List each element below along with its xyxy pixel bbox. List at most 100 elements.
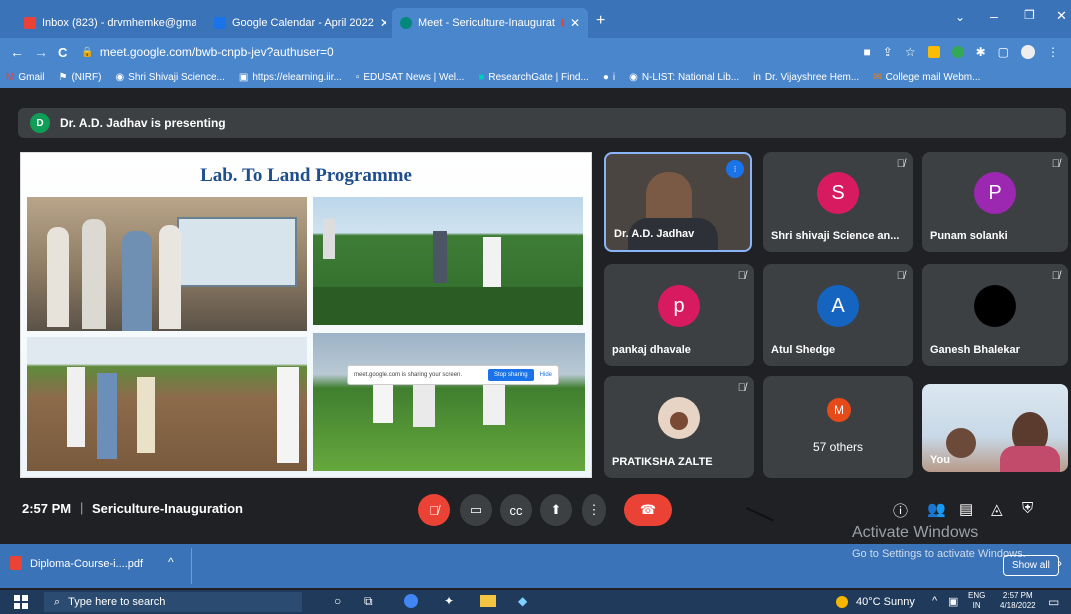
gmail-icon <box>24 17 36 29</box>
address-bar-row: ← → C 🔒 meet.google.com/bwb-cnpb-jev?aut… <box>0 38 1071 66</box>
meeting-name: Sericulture-Inauguration <box>92 501 243 516</box>
extension-icon[interactable] <box>951 46 964 58</box>
minimize-icon[interactable]: – <box>990 8 998 24</box>
tab-calendar[interactable]: Google Calendar - April 2022 ✕ <box>206 8 386 38</box>
download-file-name[interactable]: Diploma-Course-i....pdf <box>30 558 143 570</box>
tab-inbox[interactable]: Inbox (823) - drvmhemke@gmai ✕ <box>16 8 196 38</box>
chat-icon[interactable]: ▤ <box>959 500 973 518</box>
clock[interactable]: 2:57 PM 4/18/2022 <box>1000 591 1036 611</box>
task-view-icon[interactable]: ⧉ <box>364 594 373 609</box>
bookmark-i[interactable]: ● i <box>603 72 615 83</box>
new-tab-button[interactable]: + <box>596 12 605 30</box>
participant-tile[interactable]: 🎙̸ PRATIKSHA ZALTE <box>604 376 754 478</box>
activities-icon[interactable]: ◬ <box>991 500 1003 518</box>
language-indicator[interactable]: ENG IN <box>968 591 985 611</box>
mic-off-icon: 🎙̸ <box>737 382 746 394</box>
bookmark-gmail[interactable]: M Gmail <box>6 72 44 83</box>
participant-tile[interactable]: 🎙̸ P Punam solanki <box>922 152 1068 252</box>
calendar-icon <box>214 17 226 29</box>
participant-tile[interactable]: 🎙̸ A Atul Shedge <box>763 264 913 366</box>
present-button[interactable]: ⬆ <box>540 494 572 526</box>
meet-icon <box>400 17 412 29</box>
store-icon[interactable]: ◆ <box>518 594 527 608</box>
leave-call-button[interactable]: ☎ <box>624 494 672 526</box>
bookmark-vijayshree[interactable]: in Dr. Vijayshree Hem... <box>753 72 859 83</box>
captions-button[interactable]: cc <box>500 494 532 526</box>
hide-button[interactable]: Hide <box>540 372 558 378</box>
bookmark-college-mail[interactable]: ✉ College mail Webm... <box>873 72 980 83</box>
host-controls-icon[interactable]: ⛨ <box>1022 500 1033 517</box>
tab-title: Meet - Sericulture-Inaugurat <box>418 17 555 29</box>
slide-title: Lab. To Land Programme <box>200 165 412 186</box>
bookmark-elearning[interactable]: ▣ https://elearning.iir... <box>239 72 342 83</box>
extension-icon[interactable] <box>927 46 940 58</box>
camera-indicator-icon[interactable]: ■ <box>864 45 871 59</box>
file-explorer-icon[interactable] <box>480 595 496 607</box>
participant-name: Atul Shedge <box>771 344 836 356</box>
captions-icon: cc <box>509 502 523 518</box>
speaking-indicator-icon: ⁝ <box>726 160 744 178</box>
network-icon[interactable]: ▣ <box>948 595 958 608</box>
forward-icon[interactable]: → <box>34 44 48 60</box>
participant-name: Shri shivaji Science an... <box>771 230 900 242</box>
participant-tile[interactable]: 🎙̸ p pankaj dhavale <box>604 264 754 366</box>
globe-icon: ◉ <box>115 71 125 83</box>
puzzle-icon[interactable]: ✱ <box>976 45 986 59</box>
stop-sharing-button[interactable]: Stop sharing <box>487 369 534 381</box>
chrome-icon[interactable] <box>404 594 418 608</box>
bookmark-nlist[interactable]: ◉ N-LIST: National Lib... <box>629 72 739 83</box>
present-icon: ⬆ <box>550 502 562 517</box>
page-icon: ▣ <box>238 71 249 83</box>
camera-button[interactable]: ▭ <box>460 494 492 526</box>
participant-avatar: A <box>817 285 859 327</box>
lock-icon: 🔒 <box>81 46 94 58</box>
show-all-button[interactable]: Show all <box>1003 555 1059 576</box>
maximize-icon[interactable]: ❐ <box>1024 8 1035 22</box>
people-icon[interactable]: 👥 <box>927 500 946 518</box>
screen-share-notice: meet.google.com is sharing your screen. … <box>347 365 559 385</box>
participant-tile-speaker[interactable]: ⁝ Dr. A.D. Jadhav <box>604 152 752 252</box>
participant-tile[interactable]: 🎙̸ S Shri shivaji Science an... <box>763 152 913 252</box>
close-downloads-icon[interactable]: › <box>1058 556 1062 570</box>
linkedin-icon: in <box>753 71 761 83</box>
chevron-up-icon[interactable]: ^ <box>168 555 174 569</box>
self-view-tile[interactable]: You <box>922 384 1068 472</box>
profile-avatar[interactable] <box>1021 45 1035 59</box>
app-icon[interactable]: ✦ <box>444 594 454 608</box>
participant-tile[interactable]: 🎙̸ Ganesh Bhalekar <box>922 264 1068 366</box>
participant-avatar <box>974 285 1016 327</box>
chevron-down-icon[interactable]: ⌄ <box>955 10 965 24</box>
taskbar-search[interactable]: ⌕ Type here to search <box>44 592 302 612</box>
presenter-avatar: D <box>30 113 50 133</box>
url-field[interactable]: meet.google.com/bwb-cnpb-jev?authuser=0 <box>100 45 334 59</box>
bookmark-researchgate[interactable]: ■ ResearchGate | Find... <box>478 72 588 83</box>
bookmark-nirf[interactable]: ⚑ (NIRF) <box>58 72 101 83</box>
mic-off-icon: 🎙̸ <box>737 270 746 282</box>
star-icon[interactable]: ☆ <box>905 45 916 59</box>
menu-icon[interactable]: ⋮ <box>1047 45 1059 59</box>
close-window-icon[interactable]: ✕ <box>1056 8 1067 24</box>
chevron-up-icon[interactable]: ^ <box>932 595 937 607</box>
hang-up-icon: ☎ <box>639 502 657 517</box>
weather-text[interactable]: 40°C Sunny <box>856 596 915 608</box>
mic-off-icon: 🎙̸ <box>896 158 905 170</box>
sidebar-icon[interactable]: ▢ <box>998 45 1009 59</box>
share-icon[interactable]: ⇪ <box>883 45 893 59</box>
shared-slide: Lab. To Land Programme meet.google.com i… <box>20 152 592 478</box>
close-icon[interactable]: ✕ <box>380 16 386 30</box>
mic-off-button[interactable]: 🎙̸ <box>418 494 450 526</box>
others-tile[interactable]: M 57 others <box>763 376 913 478</box>
back-icon[interactable]: ← <box>10 44 24 60</box>
cortana-icon[interactable]: ○ <box>334 594 341 608</box>
bookmark-edusat[interactable]: ▫ EDUSAT News | Wel... <box>356 72 465 83</box>
bookmark-shivaji[interactable]: ◉ Shri Shivaji Science... <box>115 72 224 83</box>
info-icon[interactable]: ⓘ <box>893 500 908 521</box>
activate-windows-subtitle: Go to Settings to activate Windows. <box>852 548 1026 560</box>
reload-icon[interactable]: C <box>58 45 67 60</box>
tab-meet[interactable]: Meet - Sericulture-Inaugurat ✕ <box>392 8 588 38</box>
close-icon[interactable]: ✕ <box>570 16 580 30</box>
windows-start-icon[interactable] <box>14 595 28 609</box>
more-options-button[interactable]: ⋮ <box>582 494 606 526</box>
participant-avatar: p <box>658 285 700 327</box>
notification-icon[interactable]: ▭ <box>1048 595 1059 609</box>
